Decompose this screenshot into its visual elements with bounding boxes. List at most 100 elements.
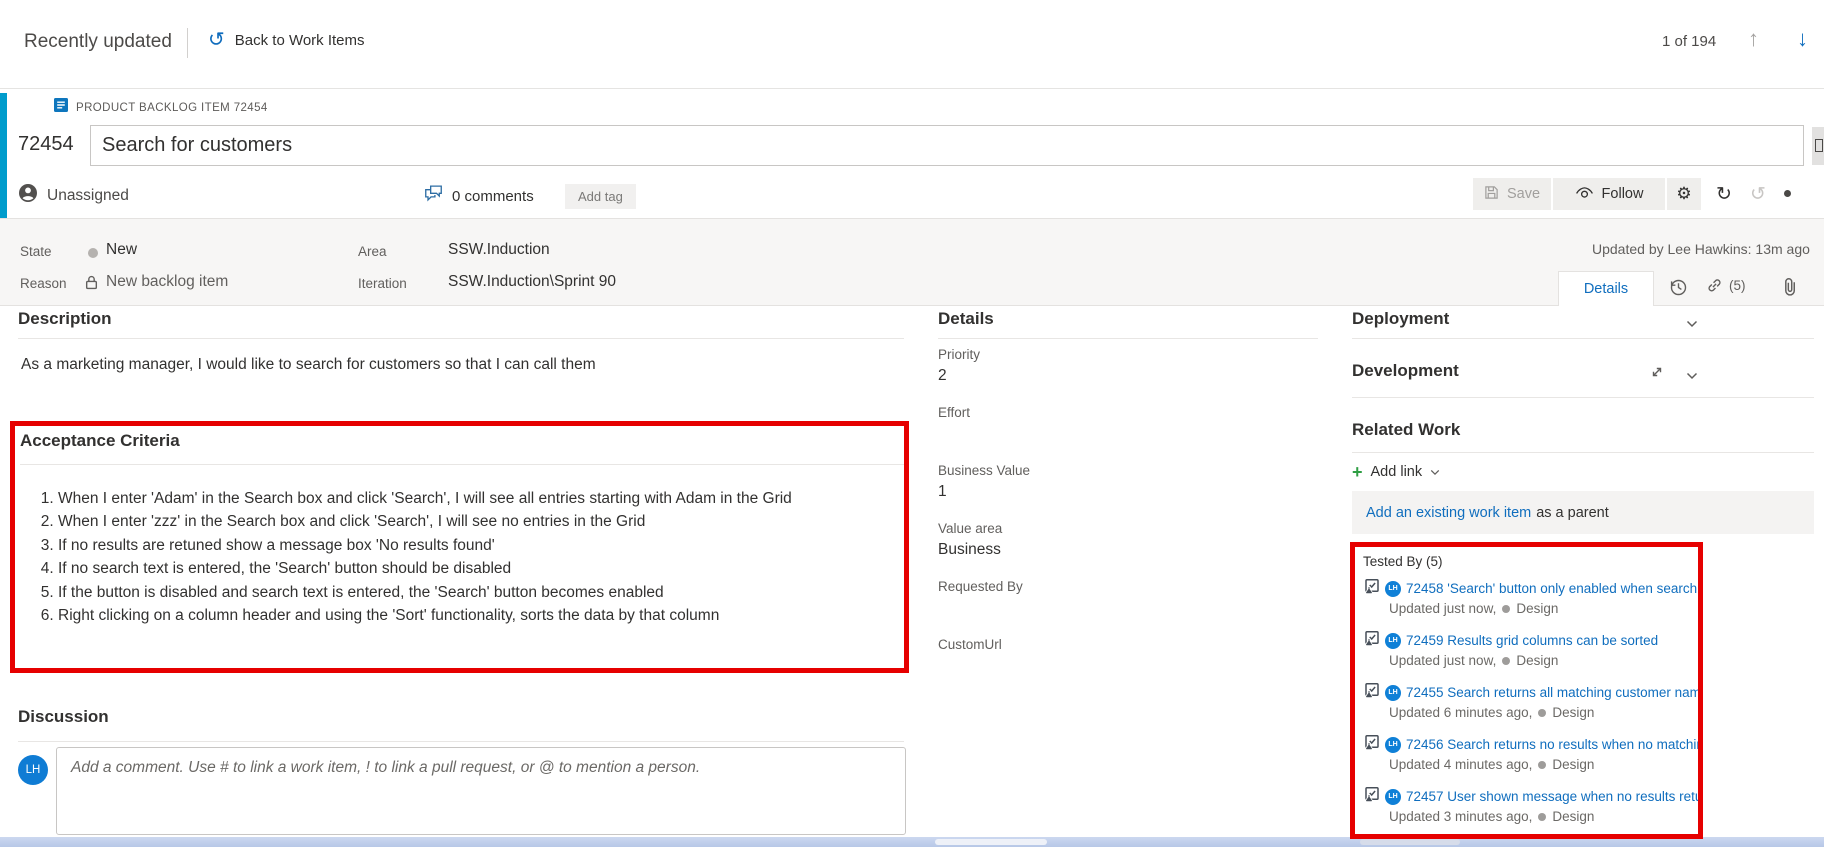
floppy-disk-icon <box>1484 185 1499 204</box>
detail-field: CustomUrl <box>938 637 1298 695</box>
iteration-label: Iteration <box>358 276 407 291</box>
state-label: State <box>20 244 52 259</box>
clipped-edge-button[interactable] <box>1812 127 1824 165</box>
divider <box>938 338 1318 339</box>
horizontal-scrollbar-thumb[interactable] <box>935 839 1047 845</box>
chevron-down-icon <box>1430 469 1440 476</box>
avatar: LH <box>1385 633 1401 649</box>
state-value[interactable]: New <box>106 241 137 259</box>
state-dot-icon <box>1502 657 1510 665</box>
comment-input[interactable]: Add a comment. Use # to link a work item… <box>56 747 906 835</box>
reason-value: New backlog item <box>106 273 228 291</box>
acceptance-criteria-item: When I enter 'zzz' in the Search box and… <box>58 510 816 533</box>
work-item-link[interactable]: 72456 Search returns no results when no … <box>1406 737 1698 752</box>
work-item-updated-row: Updated 4 minutes ago, Design <box>1389 757 1698 772</box>
divider <box>187 28 188 58</box>
add-link-button[interactable]: + Add link <box>1352 464 1440 480</box>
area-value[interactable]: SSW.Induction <box>448 241 550 259</box>
chevron-down-icon[interactable] <box>1686 367 1698 385</box>
field-label: Value area <box>938 521 1298 536</box>
comment-placeholder: Add a comment. Use # to link a work item… <box>71 759 700 776</box>
more-options-icon[interactable] <box>1784 190 1791 197</box>
divider <box>18 338 904 339</box>
work-item-updated-row: Updated just now, Design <box>1389 653 1698 668</box>
add-parent-suffix: as a parent <box>1536 505 1609 521</box>
expand-icon[interactable] <box>1650 365 1664 384</box>
description-text[interactable]: As a marketing manager, I would like to … <box>21 356 596 374</box>
divider <box>1352 452 1814 453</box>
avatar: LH <box>1385 685 1401 701</box>
field-value[interactable]: 1 <box>938 483 1298 504</box>
updated-text: Updated 4 minutes ago, <box>1389 757 1532 772</box>
work-item-link[interactable]: 72459 Results grid columns can be sorted <box>1406 633 1658 648</box>
area-label: Area <box>358 244 387 259</box>
work-item-meta-band: State New Reason New backlog item Area S… <box>0 218 1824 306</box>
field-label: CustomUrl <box>938 637 1298 652</box>
next-item-icon[interactable]: ↓ <box>1797 26 1808 52</box>
add-existing-work-item-link[interactable]: Add an existing work item <box>1366 505 1531 521</box>
field-value[interactable] <box>938 599 1298 620</box>
field-value[interactable] <box>938 657 1298 678</box>
acceptance-criteria-list[interactable]: When I enter 'Adam' in the Search box an… <box>24 487 816 627</box>
tested-by-item: LH 72458 'Search' button only enabled wh… <box>1363 578 1698 616</box>
acceptance-criteria-item: If the button is disabled and search tex… <box>58 581 816 604</box>
settings-gear-icon[interactable]: ⚙ <box>1667 178 1701 210</box>
related-work-heading: Related Work <box>1352 420 1460 440</box>
lock-icon <box>85 275 98 295</box>
work-item-type-accent-bar <box>0 93 7 218</box>
tab-details[interactable]: Details <box>1558 271 1654 306</box>
detail-field: Priority 2 <box>938 347 1298 405</box>
state-dot-icon <box>88 248 98 258</box>
discussion-heading: Discussion <box>18 707 109 727</box>
updated-text: Updated 3 minutes ago, <box>1389 809 1532 824</box>
comments-field[interactable]: 0 comments <box>424 185 534 207</box>
work-item-link[interactable]: 72457 User shown message when no results… <box>1406 789 1698 804</box>
work-item-link[interactable]: 72455 Search returns all matching custom… <box>1406 685 1698 700</box>
previous-item-icon[interactable]: ↑ <box>1748 26 1759 52</box>
field-value[interactable] <box>938 425 1298 446</box>
work-item-state: Design <box>1552 705 1594 720</box>
iteration-value[interactable]: SSW.Induction\Sprint 90 <box>448 273 616 291</box>
link-icon <box>1706 277 1723 294</box>
divider <box>20 464 904 465</box>
acceptance-criteria-item: If no results are retuned show a message… <box>58 534 816 557</box>
work-item-link[interactable]: 72458 'Search' button only enabled when … <box>1406 581 1698 596</box>
back-to-work-items-button[interactable]: ↺ Back to Work Items <box>208 30 365 50</box>
work-item-id: 72454 <box>18 133 74 156</box>
work-item-type-row: PRODUCT BACKLOG ITEM 72454 <box>54 98 268 117</box>
undo-icon[interactable]: ↺ <box>1743 178 1773 210</box>
add-tag-button[interactable]: Add tag <box>565 184 636 209</box>
details-fields: Priority 2 Effort Business Value 1 Value… <box>938 347 1298 695</box>
acceptance-criteria-item: When I enter 'Adam' in the Search box an… <box>58 487 816 510</box>
assigned-to-field[interactable]: Unassigned <box>18 183 129 208</box>
tested-by-item: LH 72456 Search returns no results when … <box>1363 734 1698 772</box>
refresh-icon[interactable]: ↻ <box>1707 178 1741 210</box>
title-input[interactable] <box>90 125 1804 166</box>
tab-attachments[interactable] <box>1782 277 1797 296</box>
avatar: LH <box>1385 581 1401 597</box>
tab-links[interactable]: (5) <box>1706 277 1746 294</box>
save-button[interactable]: Save <box>1473 178 1551 210</box>
deployment-heading: Deployment <box>1352 309 1449 329</box>
assignee-label: Unassigned <box>47 187 129 205</box>
avatar: LH <box>18 755 48 785</box>
work-item-updated-row: Updated 6 minutes ago, Design <box>1389 705 1698 720</box>
detail-field: Business Value 1 <box>938 463 1298 521</box>
details-heading: Details <box>938 309 994 329</box>
state-dot-icon <box>1538 709 1546 717</box>
comment-bubble-icon <box>424 185 443 207</box>
development-heading: Development <box>1352 361 1459 381</box>
pager-position: 1 of 194 <box>1662 33 1716 50</box>
chevron-down-icon[interactable] <box>1686 315 1698 333</box>
work-item-state: Design <box>1552 809 1594 824</box>
field-label: Effort <box>938 405 1298 420</box>
updated-text: Updated 6 minutes ago, <box>1389 705 1532 720</box>
field-value[interactable]: Business <box>938 541 1298 562</box>
links-count: (5) <box>1729 278 1746 293</box>
divider <box>1352 397 1814 398</box>
field-value[interactable]: 2 <box>938 367 1298 388</box>
tab-history[interactable] <box>1668 277 1688 297</box>
follow-button[interactable]: Follow <box>1553 178 1665 210</box>
acceptance-criteria-heading: Acceptance Criteria <box>20 431 180 451</box>
history-clock-icon <box>1668 277 1688 297</box>
